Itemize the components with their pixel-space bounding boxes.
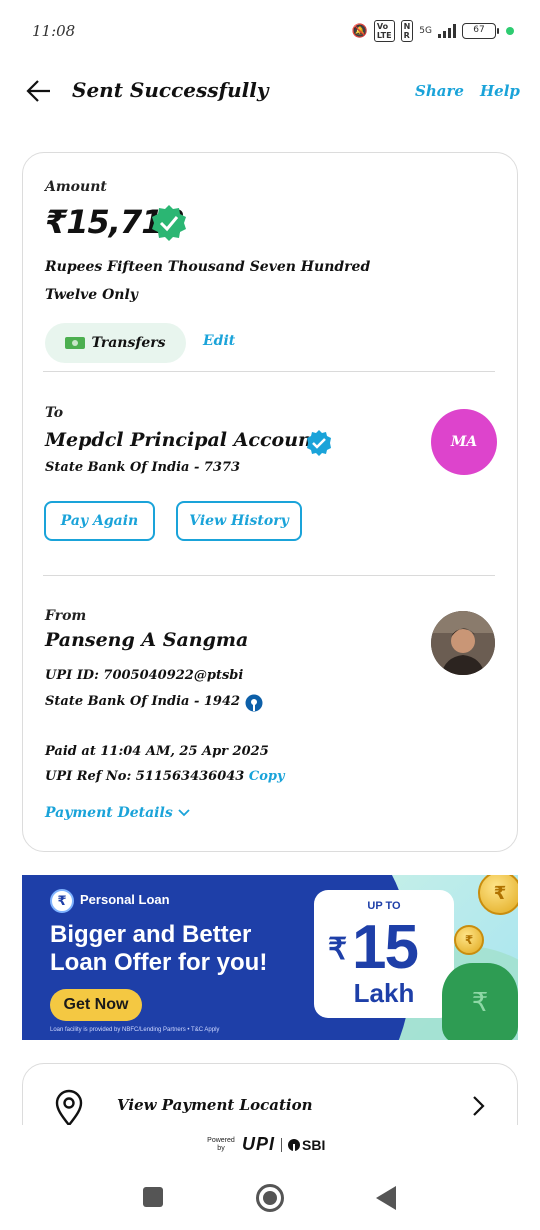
help-link[interactable]: Help (480, 82, 520, 100)
header: Sent Successfully Share Help (0, 70, 540, 114)
payment-details-toggle[interactable]: Payment Details (45, 805, 191, 821)
status-time: 11:08 (32, 22, 76, 40)
mute-icon: 🔕 (351, 23, 368, 39)
upi-ref: UPI Ref No: 511563436043 (45, 769, 245, 784)
upi-logo: UPI (242, 1134, 276, 1154)
view-history-button[interactable]: View History (176, 501, 302, 541)
amount-in-words: Rupees Fifteen Thousand Seven Hundred Tw… (45, 259, 371, 303)
pay-again-button[interactable]: Pay Again (44, 501, 155, 541)
back-button[interactable] (376, 1186, 396, 1210)
sender-name: Panseng A Sangma (45, 629, 249, 651)
offer-unit: Lakh (353, 978, 415, 1008)
status-icons: 🔕 Vo LTE NR 5G 67 (352, 20, 514, 42)
cash-icon (65, 337, 86, 349)
status-bar: 11:08 🔕 Vo LTE NR 5G 67 (0, 0, 540, 60)
offer-box: UP TO ₹ 15 Lakh (314, 890, 454, 1018)
chevron-down-icon (178, 809, 190, 817)
sbi-logo-icon (288, 1138, 301, 1151)
from-label: From (45, 608, 87, 624)
divider (43, 575, 495, 576)
sbi-logo: SBI (288, 1137, 325, 1153)
home-button[interactable] (256, 1184, 284, 1212)
privacy-dot (506, 27, 514, 35)
offer-upto: UP TO (367, 900, 401, 912)
coin-icon: ₹ (478, 875, 518, 915)
avatar-photo-icon (431, 611, 495, 675)
divider (43, 371, 495, 372)
arrow-left-icon[interactable] (24, 76, 54, 106)
recipient-avatar: MA (431, 409, 497, 475)
recipient-bank: State Bank Of India - 7373 (45, 460, 241, 475)
banner-headline: Bigger and Better Loan Offer for you! (50, 921, 268, 976)
share-link[interactable]: Share (415, 82, 464, 100)
money-bag-icon: ₹ (442, 963, 518, 1040)
nfc-icon: NR (400, 20, 414, 42)
coin-icon: ₹ (454, 925, 484, 955)
copy-link[interactable]: Copy (249, 769, 285, 784)
logo-separator (281, 1137, 283, 1152)
offer-rupee: ₹ (328, 933, 348, 966)
transaction-card: Amount ₹15,712 Rupees Fifteen Thousand S… (22, 152, 518, 852)
location-pin-icon (55, 1089, 83, 1127)
payment-details-label: Payment Details (45, 805, 173, 821)
verified-blue-icon (307, 430, 331, 456)
banner-fine-print: Loan facility is provided by NBFC/Lendin… (50, 1027, 220, 1033)
category-label: Transfers (91, 335, 166, 351)
get-now-button[interactable]: Get Now (50, 989, 142, 1021)
category-pill[interactable]: Transfers (45, 323, 186, 363)
chevron-right-icon (473, 1096, 485, 1116)
recipient-name: Mepdcl Principal Account (45, 429, 321, 451)
battery-icon: 67 (462, 23, 499, 39)
rupee-icon: ₹ (50, 889, 74, 913)
offer-amount: 15 (352, 913, 419, 982)
powered-by-label: Powered by (207, 1136, 235, 1152)
page-title: Sent Successfully (72, 78, 269, 102)
volte-icon: Vo LTE (373, 20, 395, 42)
personal-loan-banner[interactable]: ₹ Personal Loan Bigger and Better Loan O… (22, 875, 518, 1040)
powered-by: Powered by UPI SBI (206, 1134, 325, 1155)
upi-ref-row: UPI Ref No: 511563436043 Copy (45, 769, 285, 784)
banner-tag: Personal Loan (80, 892, 170, 907)
sender-avatar (431, 611, 495, 675)
to-label: To (45, 405, 64, 421)
sbi-bank-icon (245, 694, 263, 712)
verified-badge-icon (152, 205, 186, 241)
view-location-label: View Payment Location (117, 1096, 313, 1114)
network-type: 5G (419, 26, 432, 36)
edit-category-link[interactable]: Edit (203, 333, 235, 349)
sender-bank: State Bank Of India - 1942 (45, 694, 241, 709)
paid-at: Paid at 11:04 AM, 25 Apr 2025 (45, 744, 269, 759)
amount-label: Amount (45, 179, 107, 195)
signal-icon (438, 24, 456, 38)
sbi-logo-text: SBI (302, 1136, 326, 1153)
upi-id: UPI ID: 7005040922@ptsbi (45, 668, 244, 683)
recent-apps-button[interactable] (143, 1187, 163, 1207)
